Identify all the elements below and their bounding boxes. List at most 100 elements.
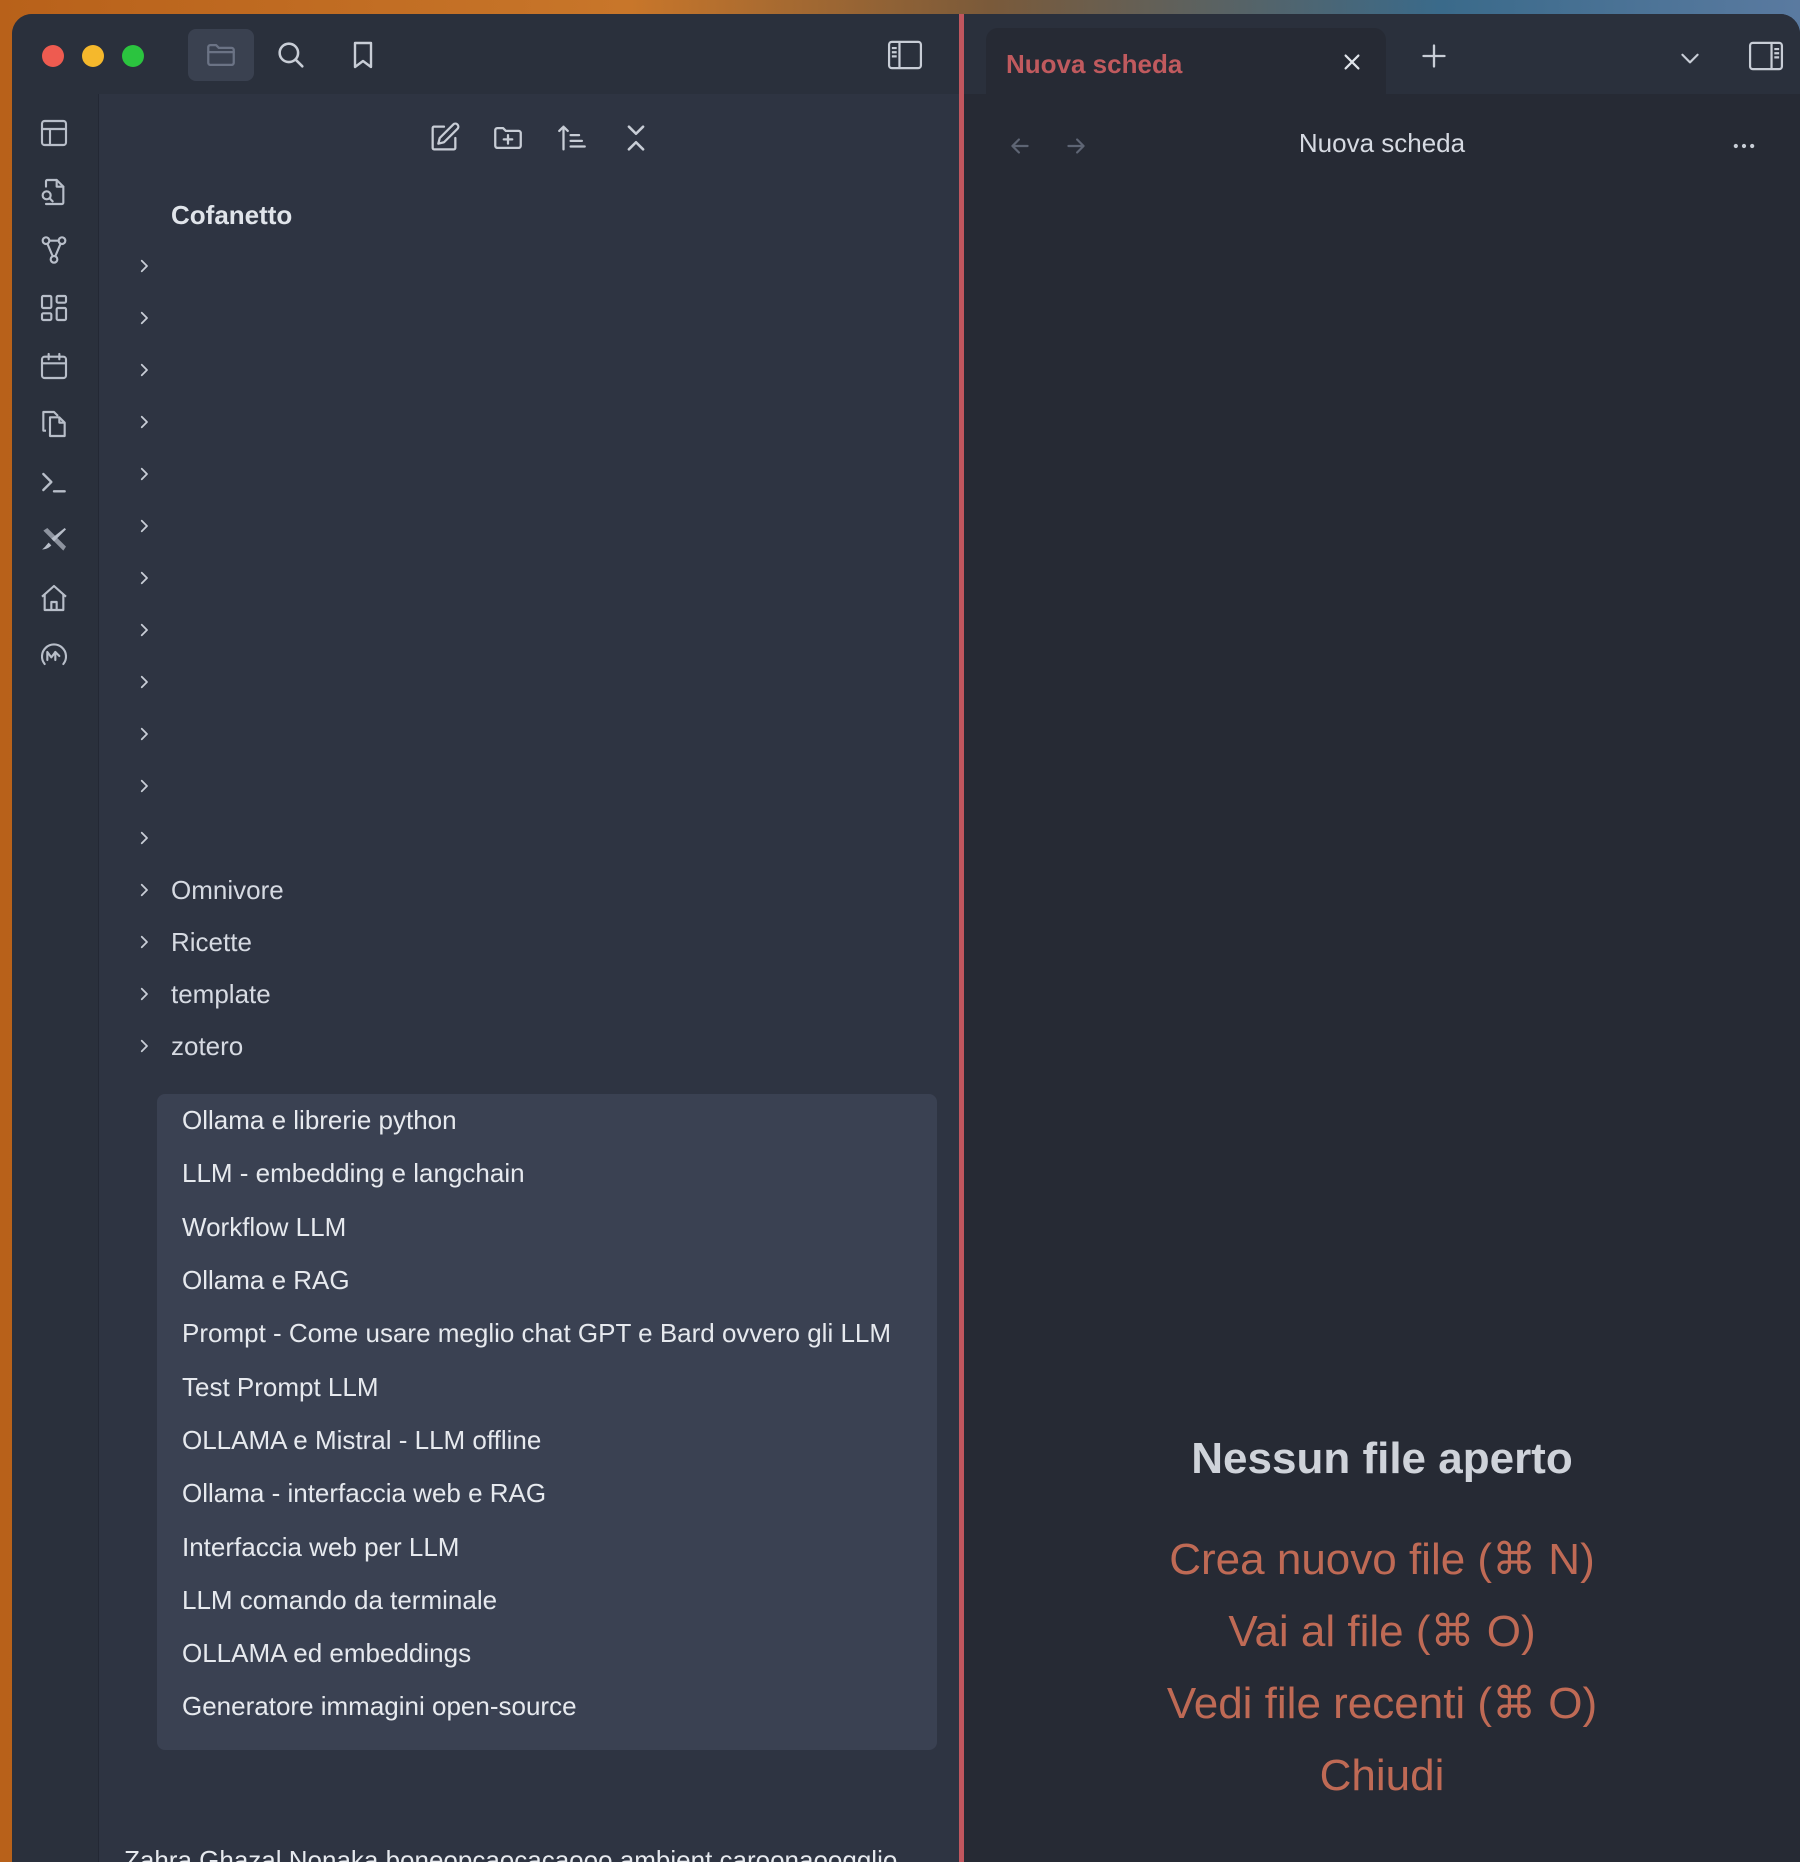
folder-item[interactable] [129, 812, 949, 864]
collapse-all-icon [627, 125, 645, 151]
chevron-right-icon [129, 361, 159, 379]
tab-nuova-scheda[interactable]: Nuova scheda [986, 28, 1386, 94]
new-folder-button[interactable] [486, 116, 530, 160]
tab-list-dropdown[interactable] [1670, 38, 1710, 78]
close-icon [1344, 54, 1360, 70]
chevron-right-icon [129, 517, 159, 535]
file-explorer: Cofanetto Omnivore Ricette template zote… [99, 94, 959, 1862]
folder-item[interactable] [129, 656, 949, 708]
ribbon-omnivore-button[interactable] [32, 634, 76, 678]
chevron-right-icon [129, 777, 159, 795]
file-item[interactable]: Ollama e librerie python [157, 1094, 937, 1147]
more-horizontal-icon [1733, 143, 1755, 149]
chevron-right-icon [129, 673, 159, 691]
minimize-window-button[interactable] [82, 45, 104, 67]
chevron-right-icon [129, 309, 159, 327]
empty-state-title: Nessun file aperto [1191, 1434, 1573, 1483]
file-item-partial[interactable]: Zahra Ghazal Nonaka boneopcaocacaooo amb… [99, 1834, 897, 1862]
view-title: Nuova scheda [1298, 128, 1466, 158]
canvas-icon [40, 119, 68, 147]
folder-item[interactable] [129, 552, 949, 604]
omnivore-icon [40, 643, 68, 666]
folder-item-template[interactable]: template [129, 968, 949, 1020]
file-item[interactable]: LLM comando da terminale [157, 1574, 937, 1627]
tab-bar: Nuova scheda [964, 14, 1800, 94]
file-item[interactable]: OLLAMA ed embeddings [157, 1627, 937, 1680]
sort-button[interactable] [550, 116, 594, 160]
search-icon [278, 42, 304, 68]
folder-item[interactable] [129, 396, 949, 448]
file-item[interactable]: OLLAMA e Mistral - LLM offline [157, 1414, 937, 1467]
ribbon-copy-files-button[interactable] [32, 402, 76, 446]
chevron-right-icon [129, 985, 159, 1003]
collapse-all-button[interactable] [614, 116, 658, 160]
search-view-button[interactable] [258, 29, 324, 81]
ribbon-file-search-button[interactable] [32, 170, 76, 214]
close-window-button[interactable] [42, 45, 64, 67]
go-to-file-action[interactable]: Vai al file (⌘ O) [964, 1596, 1800, 1668]
file-list: Ollama e librerie python LLM - embedding… [157, 1094, 937, 1750]
folder-label: template [171, 978, 271, 1009]
ribbon-dashboard-button[interactable] [32, 286, 76, 330]
sort-icon [558, 125, 586, 151]
ribbon-excalidraw-button[interactable] [32, 518, 76, 562]
plus-icon [1422, 44, 1446, 68]
file-item[interactable]: Ollama - interfaccia web e RAG [157, 1467, 937, 1520]
bookmarks-view-button[interactable] [330, 29, 396, 81]
file-item[interactable]: Generatore immagini open-source [157, 1680, 937, 1733]
tab-label: Nuova scheda [1006, 49, 1183, 79]
file-item[interactable]: Ollama e RAG [157, 1254, 937, 1307]
more-options-button[interactable] [1724, 126, 1764, 166]
file-item[interactable]: Interfaccia web per LLM [157, 1520, 937, 1573]
bookmark-icon [353, 41, 373, 69]
file-item[interactable]: LLM - embedding e langchain [157, 1147, 937, 1200]
sidebar-toggle-icon [887, 40, 923, 70]
folder-item-omnivore[interactable]: Omnivore [129, 864, 949, 916]
folder-item[interactable] [129, 604, 949, 656]
toggle-left-sidebar-button[interactable] [872, 29, 938, 81]
folder-label: Ricette [171, 926, 252, 957]
chevron-right-icon [129, 465, 159, 483]
ribbon-terminal-button[interactable] [32, 460, 76, 504]
files-view-button[interactable] [188, 29, 254, 81]
empty-state: Nessun file aperto Crea nuovo file (⌘ N)… [964, 1434, 1800, 1812]
folder-item[interactable] [129, 292, 949, 344]
folder-item[interactable] [129, 344, 949, 396]
toggle-right-sidebar-button[interactable] [1746, 36, 1786, 76]
file-search-icon [41, 178, 65, 206]
recent-files-action[interactable]: Vedi file recenti (⌘ O) [964, 1668, 1800, 1740]
create-new-file-action[interactable]: Crea nuovo file (⌘ N) [964, 1524, 1800, 1596]
ribbon [12, 94, 99, 1862]
vault-name: Cofanetto [171, 200, 293, 230]
file-item[interactable]: Workflow LLM [157, 1201, 937, 1254]
terminal-icon [42, 472, 66, 493]
file-item[interactable]: Test Prompt LLM [157, 1360, 937, 1413]
right-sidebar-icon [1748, 41, 1784, 71]
folder-item-zotero[interactable]: zotero [129, 1020, 949, 1072]
close-action[interactable]: Chiudi [964, 1740, 1800, 1812]
calendar-icon [40, 352, 68, 380]
ribbon-calendar-button[interactable] [32, 344, 76, 388]
chevron-right-icon [129, 413, 159, 431]
folder-item[interactable] [129, 240, 949, 292]
chevron-right-icon [129, 933, 159, 951]
folder-item-ricette[interactable]: Ricette [129, 916, 949, 968]
new-tab-button[interactable] [1414, 36, 1454, 76]
folder-label: Omnivore [171, 874, 284, 905]
folder-item[interactable] [129, 760, 949, 812]
new-note-button[interactable] [422, 116, 466, 160]
chevron-right-icon [129, 621, 159, 639]
ribbon-home-button[interactable] [32, 576, 76, 620]
folder-item[interactable] [129, 708, 949, 760]
chevron-right-icon [129, 881, 159, 899]
ribbon-canvas-button[interactable] [32, 111, 76, 155]
zoom-window-button[interactable] [122, 45, 144, 67]
folder-label: zotero [171, 1030, 244, 1061]
app-window: Cofanetto Omnivore Ricette template zote… [12, 14, 1800, 1862]
file-item[interactable]: Prompt - Come usare meglio chat GPT e Ba… [157, 1307, 937, 1360]
close-tab-button[interactable] [1336, 46, 1368, 78]
folder-item[interactable] [129, 448, 949, 500]
folder-item[interactable] [129, 500, 949, 552]
ribbon-graph-button[interactable] [32, 228, 76, 272]
editor-pane: Nuova scheda Nuova scheda Nessun file ap… [964, 14, 1800, 1862]
